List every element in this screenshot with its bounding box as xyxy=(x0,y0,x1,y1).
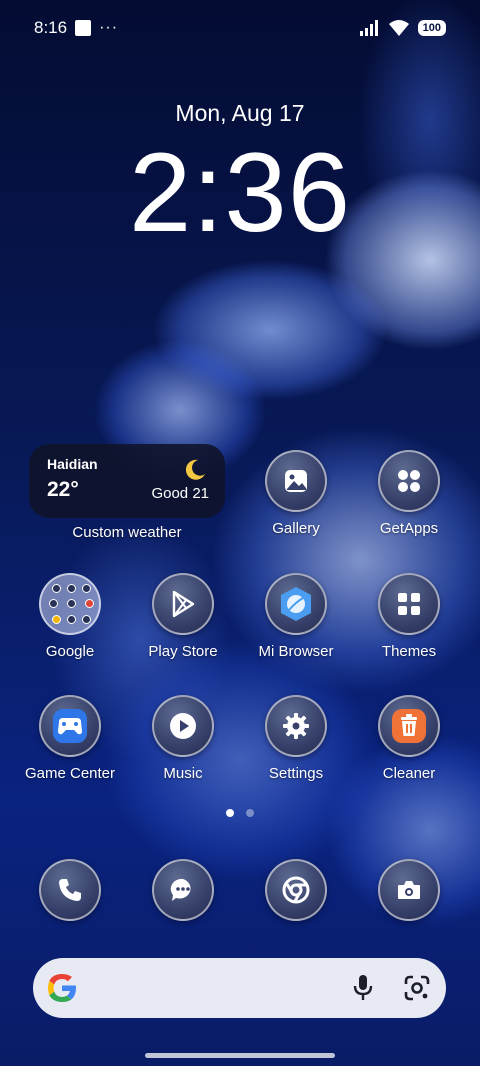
status-left: 8:16 ··· xyxy=(34,18,118,38)
app-settings[interactable]: Settings xyxy=(239,695,353,782)
status-right: 100 xyxy=(359,19,446,37)
app-label: Gallery xyxy=(272,520,320,537)
app-mi-browser[interactable]: Mi Browser xyxy=(239,573,353,660)
music-icon xyxy=(152,695,214,757)
app-music[interactable]: Music xyxy=(126,695,240,782)
home-indicator[interactable] xyxy=(145,1053,335,1058)
dock-camera[interactable] xyxy=(352,859,466,921)
cleaner-icon xyxy=(378,695,440,757)
app-google-folder[interactable]: Google xyxy=(13,573,127,660)
google-folder-icon xyxy=(39,573,101,635)
app-label: GetApps xyxy=(379,520,439,537)
app-label: Themes xyxy=(381,643,437,660)
google-lens-icon[interactable] xyxy=(404,975,430,1001)
search-actions xyxy=(352,974,430,1002)
battery-icon: 100 xyxy=(417,20,446,36)
mi-browser-icon xyxy=(265,573,327,635)
dock-phone[interactable] xyxy=(13,859,127,921)
app-label: Google xyxy=(45,643,95,660)
more-notifications-icon: ··· xyxy=(99,19,119,36)
app-label: Mi Browser xyxy=(258,643,334,660)
app-label: Settings xyxy=(268,765,324,782)
app-themes[interactable]: Themes xyxy=(352,573,466,660)
wifi-icon xyxy=(388,19,409,36)
app-getapps[interactable]: GetApps xyxy=(352,450,466,537)
settings-icon xyxy=(265,695,327,757)
messages-icon xyxy=(152,859,214,921)
app-gallery[interactable]: Gallery xyxy=(239,450,353,537)
app-label: Cleaner xyxy=(382,765,436,782)
google-search-bar[interactable] xyxy=(33,958,446,1018)
weather-air-quality: Good 21 xyxy=(151,485,209,502)
game-center-icon xyxy=(39,695,101,757)
notification-square-icon xyxy=(75,20,92,36)
camera-icon xyxy=(378,859,440,921)
microphone-icon[interactable] xyxy=(352,974,374,1002)
app-label: Play Store xyxy=(148,643,218,660)
moon-icon xyxy=(185,459,205,480)
chrome-icon xyxy=(265,859,327,921)
weather-widget[interactable]: Haidian 22° Good 21 xyxy=(29,444,225,518)
clock-widget[interactable]: 2:36 xyxy=(0,128,480,258)
status-bar: 8:16 ··· 100 xyxy=(0,0,480,56)
app-label: Game Center xyxy=(24,765,116,782)
signal-icon xyxy=(359,20,378,36)
dock-chrome[interactable] xyxy=(239,859,353,921)
weather-widget-label: Custom weather xyxy=(72,524,182,541)
getapps-icon xyxy=(378,450,440,512)
dock-messages[interactable] xyxy=(126,859,240,921)
app-play-store[interactable]: Play Store xyxy=(126,573,240,660)
app-cleaner[interactable]: Cleaner xyxy=(352,695,466,782)
status-time: 8:16 xyxy=(34,18,68,37)
app-game-center[interactable]: Game Center xyxy=(13,695,127,782)
themes-icon xyxy=(378,573,440,635)
page-dot-current[interactable] xyxy=(226,809,234,817)
gallery-icon xyxy=(265,450,327,512)
page-dot[interactable] xyxy=(246,809,254,817)
app-label: Music xyxy=(163,765,203,782)
google-logo-icon[interactable] xyxy=(45,971,79,1005)
play-store-icon xyxy=(152,573,214,635)
phone-icon xyxy=(39,859,101,921)
date-text: Mon, Aug 17 xyxy=(175,100,305,126)
page-indicator xyxy=(0,809,480,817)
